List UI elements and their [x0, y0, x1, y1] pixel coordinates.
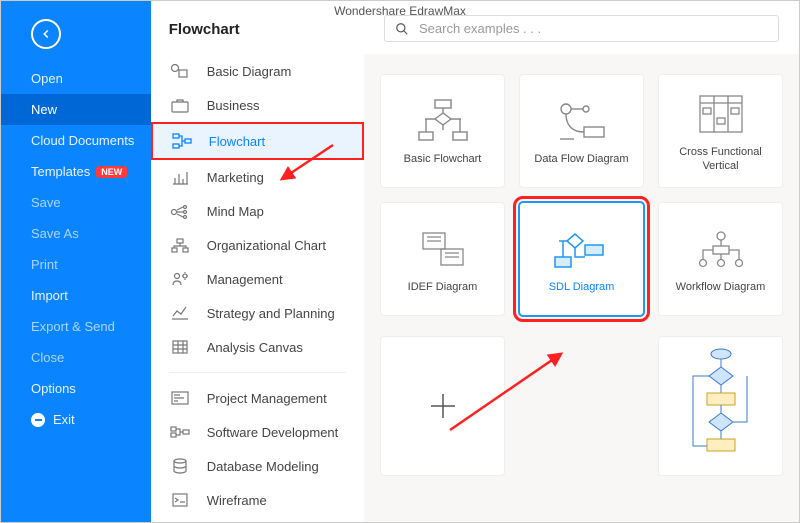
- category-pm[interactable]: Project Management: [151, 381, 364, 415]
- template-dataflow[interactable]: Data Flow Diagram: [519, 74, 644, 188]
- category-label: Mind Map: [207, 204, 264, 219]
- category-marketing[interactable]: Marketing: [151, 160, 364, 194]
- category-analysis[interactable]: Analysis Canvas: [151, 330, 364, 364]
- sidebar-item-label: Templates: [31, 164, 90, 179]
- flowchart-example-icon: [681, 346, 761, 466]
- template-crossfunc[interactable]: Cross Functional Vertical: [658, 74, 783, 188]
- category-label: Management: [207, 272, 283, 287]
- template-label: Data Flow Diagram: [534, 152, 628, 166]
- sidebar-item-label: Exit: [53, 412, 75, 427]
- shapes-icon: [169, 62, 191, 80]
- back-button[interactable]: [31, 19, 61, 49]
- template-label: Cross Functional Vertical: [665, 145, 776, 174]
- sidebar-item-export[interactable]: Export & Send: [1, 311, 151, 342]
- crossfunc-icon: [691, 89, 751, 139]
- sidebar-item-templates[interactable]: Templates NEW: [1, 156, 151, 187]
- plus-icon: [428, 391, 458, 421]
- trend-icon: [169, 304, 191, 322]
- search-placeholder: Search examples . . .: [419, 21, 541, 36]
- category-label: Flowchart: [209, 134, 265, 149]
- app-title: Wondershare EdrawMax: [0, 4, 800, 18]
- exit-icon: [31, 413, 45, 427]
- sidebar-item-options[interactable]: Options: [1, 373, 151, 404]
- sdl-icon: [552, 224, 612, 274]
- sidebar-item-import[interactable]: Import: [1, 280, 151, 311]
- category-label: Basic Diagram: [207, 64, 292, 79]
- mindmap-icon: [169, 202, 191, 220]
- category-column: Flowchart Basic Diagram Business Flowcha…: [151, 1, 364, 522]
- template-idef[interactable]: IDEF Diagram: [380, 202, 505, 316]
- grid-icon: [169, 338, 191, 356]
- category-label: Business: [207, 98, 260, 113]
- category-swdev[interactable]: Software Development: [151, 415, 364, 449]
- category-label: Analysis Canvas: [207, 340, 303, 355]
- sidebar-item-cloud[interactable]: Cloud Documents: [1, 125, 151, 156]
- briefcase-icon: [169, 96, 191, 114]
- org-icon: [169, 236, 191, 254]
- category-org[interactable]: Organizational Chart: [151, 228, 364, 262]
- category-business[interactable]: Business: [151, 88, 364, 122]
- category-basic-diagram[interactable]: Basic Diagram: [151, 54, 364, 88]
- chart-icon: [169, 168, 191, 186]
- category-label: Organizational Chart: [207, 238, 326, 253]
- template-basic-flowchart[interactable]: Basic Flowchart: [380, 74, 505, 188]
- sidebar: Open New Cloud Documents Templates NEW S…: [1, 1, 151, 522]
- sidebar-item-exit[interactable]: Exit: [1, 404, 151, 435]
- sidebar-item-save[interactable]: Save: [1, 187, 151, 218]
- dataflow-icon: [552, 96, 612, 146]
- sidebar-item-open[interactable]: Open: [1, 63, 151, 94]
- idef-icon: [413, 224, 473, 274]
- component-icon: [169, 423, 191, 441]
- template-label: IDEF Diagram: [408, 280, 478, 294]
- category-label: Software Development: [207, 425, 339, 440]
- new-badge: NEW: [96, 166, 127, 178]
- database-icon: [169, 457, 191, 475]
- workflow-icon: [691, 224, 751, 274]
- category-strategy[interactable]: Strategy and Planning: [151, 296, 364, 330]
- template-label: Workflow Diagram: [676, 280, 766, 294]
- sidebar-item-new[interactable]: New: [1, 94, 151, 125]
- gantt-icon: [169, 389, 191, 407]
- template-label: SDL Diagram: [549, 280, 615, 294]
- flowchart-icon: [171, 132, 193, 150]
- sidebar-item-close[interactable]: Close: [1, 342, 151, 373]
- category-label: Wireframe: [207, 493, 267, 508]
- search-icon: [395, 22, 409, 36]
- main-panel: Search examples . . . Basic Flowchart Da…: [364, 1, 799, 522]
- basic-flowchart-icon: [413, 96, 473, 146]
- category-label: Strategy and Planning: [207, 306, 335, 321]
- template-blank[interactable]: [380, 336, 505, 476]
- template-example[interactable]: [658, 336, 783, 476]
- category-flowchart[interactable]: Flowchart: [151, 122, 364, 160]
- category-management[interactable]: Management: [151, 262, 364, 296]
- wireframe-icon: [169, 491, 191, 509]
- gear-person-icon: [169, 270, 191, 288]
- divider: [169, 372, 346, 373]
- template-workflow[interactable]: Workflow Diagram: [658, 202, 783, 316]
- category-wireframe[interactable]: Wireframe: [151, 483, 364, 517]
- category-mindmap[interactable]: Mind Map: [151, 194, 364, 228]
- sidebar-item-saveas[interactable]: Save As: [1, 218, 151, 249]
- category-label: Database Modeling: [207, 459, 319, 474]
- category-db[interactable]: Database Modeling: [151, 449, 364, 483]
- template-label: Basic Flowchart: [404, 152, 482, 166]
- sidebar-item-print[interactable]: Print: [1, 249, 151, 280]
- category-label: Marketing: [207, 170, 264, 185]
- category-label: Project Management: [207, 391, 327, 406]
- search-input[interactable]: Search examples . . .: [384, 15, 779, 42]
- template-sdl[interactable]: SDL Diagram: [519, 202, 644, 316]
